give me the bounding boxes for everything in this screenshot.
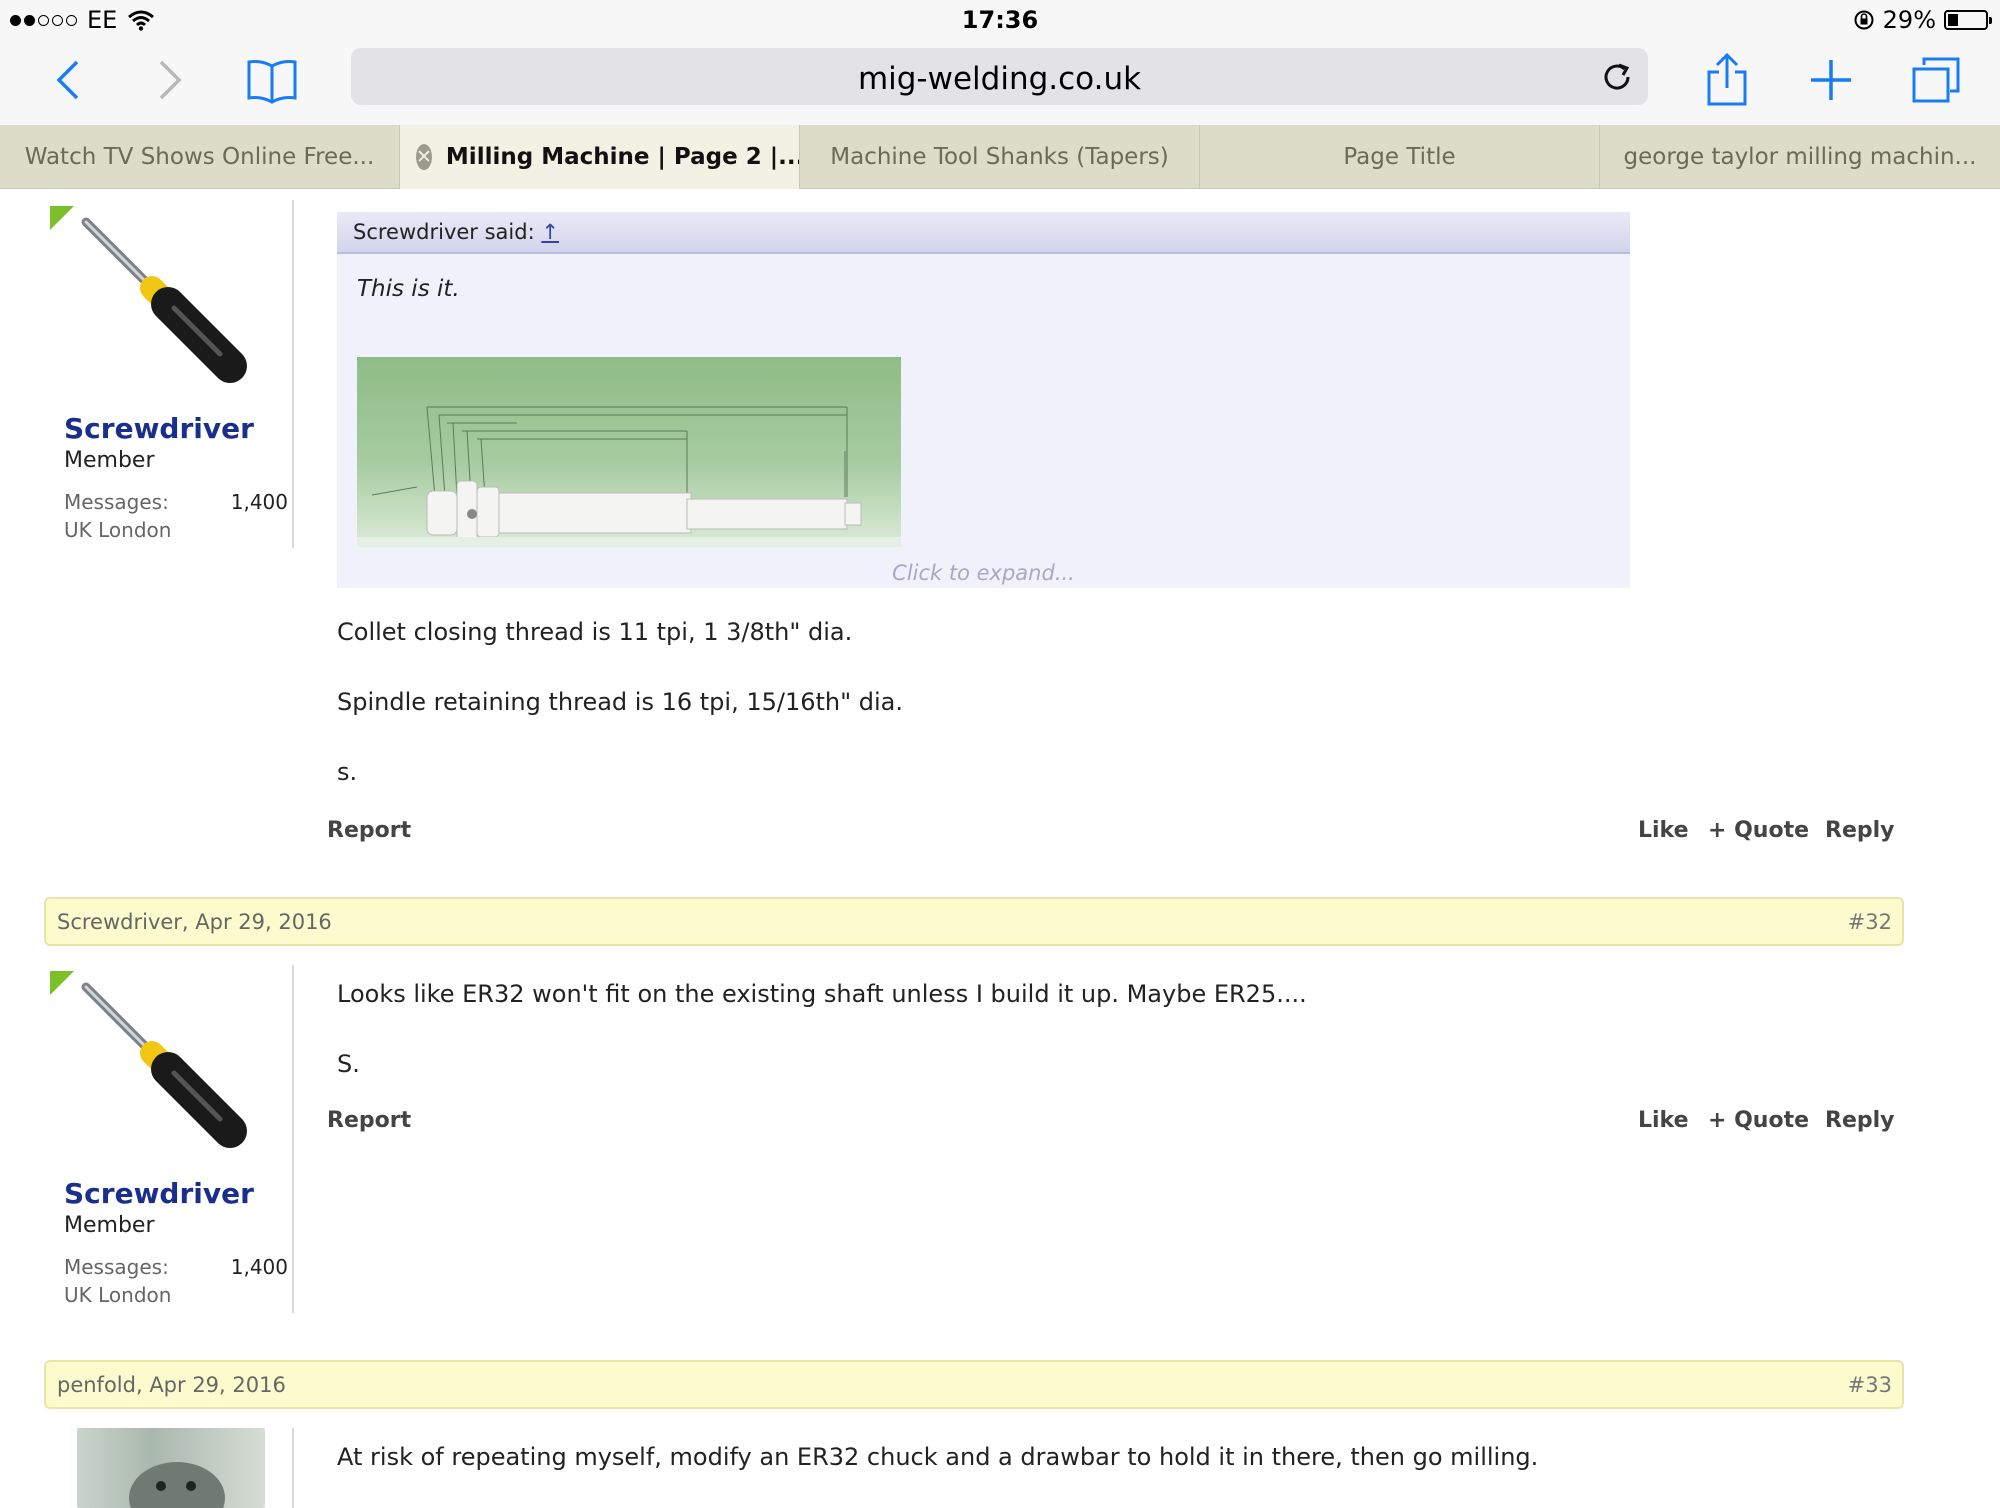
post-permalink[interactable]: #33: [1848, 1373, 1892, 1397]
user-location: UK London: [64, 1283, 172, 1307]
quote-jump-link[interactable]: ↑: [541, 220, 559, 244]
messages-count: 1,400: [230, 490, 288, 514]
user-messages: Messages: 1,400: [64, 490, 288, 514]
tab-strip: Watch TV Shows Online Free... ✕ Milling …: [0, 125, 2000, 189]
tabs-overview-button[interactable]: [1906, 50, 1966, 110]
quote-link[interactable]: + Quote: [1708, 818, 1809, 843]
share-button[interactable]: [1697, 50, 1757, 110]
new-post-marker: [50, 206, 74, 230]
tab-label: Page Title: [1343, 144, 1456, 170]
messages-label: Messages:: [64, 1255, 169, 1279]
battery-icon: [1944, 10, 1992, 30]
tab-milling-machine[interactable]: ✕ Milling Machine | Page 2 |...: [400, 125, 800, 189]
quote-text: This is it.: [357, 276, 460, 302]
plus-icon: [1811, 60, 1851, 100]
browser-toolbar: mig-welding.co.uk: [0, 40, 2000, 125]
post-text-line: Collet closing thread is 11 tpi, 1 3/8th…: [337, 618, 853, 646]
share-icon: [1707, 52, 1747, 106]
screwdriver-icon: [81, 217, 247, 383]
quote-link[interactable]: + Quote: [1708, 1108, 1809, 1133]
quote-block: Screwdriver said: ↑ This is it. Click to…: [337, 212, 1630, 588]
reload-icon[interactable]: [1600, 60, 1634, 94]
bookmarks-button[interactable]: [242, 50, 302, 110]
quote-header: Screwdriver said: ↑: [337, 212, 1630, 254]
username-link[interactable]: Screwdriver: [64, 1177, 254, 1210]
url-text: mig-welding.co.uk: [857, 61, 1142, 97]
messages-label: Messages:: [64, 490, 169, 514]
new-post-marker: [50, 971, 74, 995]
report-link[interactable]: Report: [327, 818, 411, 843]
avatar[interactable]: [44, 965, 254, 1165]
tabs-icon: [1912, 57, 1960, 103]
user-info-block: Screwdriver Member Messages: 1,400 UK Lo…: [44, 200, 294, 548]
chevron-left-icon: [56, 60, 79, 100]
tab-label: Watch TV Shows Online Free...: [24, 144, 375, 170]
tab-label: Machine Tool Shanks (Tapers): [830, 144, 1169, 170]
user-location: UK London: [64, 518, 172, 542]
report-link[interactable]: Report: [327, 1108, 411, 1133]
post-header-33: penfold, Apr 29, 2016 #33: [44, 1360, 1904, 1409]
tab-watch-tv[interactable]: Watch TV Shows Online Free...: [0, 125, 400, 189]
tab-machine-tool-shanks[interactable]: Machine Tool Shanks (Tapers): [800, 125, 1200, 189]
battery-percent: 29%: [1882, 6, 1936, 34]
back-button[interactable]: [38, 50, 98, 110]
chevron-right-icon: [159, 60, 182, 100]
address-bar[interactable]: mig-welding.co.uk: [351, 48, 1648, 105]
post-text-line: s.: [337, 758, 358, 786]
reply-link[interactable]: Reply: [1825, 818, 1895, 843]
status-bar: EE 17:36 29%: [0, 0, 2000, 40]
username-link[interactable]: Screwdriver: [64, 412, 254, 445]
tab-george-taylor[interactable]: george taylor milling machin...: [1600, 125, 2000, 189]
avatar[interactable]: [77, 1428, 265, 1508]
post-permalink[interactable]: #32: [1848, 910, 1892, 934]
close-tab-icon[interactable]: ✕: [416, 144, 432, 170]
book-icon: [247, 60, 297, 104]
quote-author: Screwdriver said:: [353, 220, 535, 244]
messages-count: 1,400: [230, 1255, 288, 1279]
like-link[interactable]: Like: [1638, 1108, 1689, 1133]
user-messages: Messages: 1,400: [64, 1255, 288, 1279]
forward-button[interactable]: [140, 50, 200, 110]
click-to-expand-link[interactable]: Click to expand...: [337, 561, 1630, 585]
tab-label: george taylor milling machin...: [1623, 144, 1977, 170]
new-tab-button[interactable]: [1801, 50, 1861, 110]
seal-photo-icon: [129, 1462, 225, 1508]
forum-page: Screwdriver Member Messages: 1,400 UK Lo…: [0, 190, 2000, 1508]
shaft-drawing-image: [357, 406, 901, 547]
tab-page-title[interactable]: Page Title: [1200, 125, 1600, 189]
user-title: Member: [64, 448, 155, 473]
tab-label: Milling Machine | Page 2 |...: [445, 144, 800, 170]
user-info-block: Screwdriver Member Messages: 1,400 UK Lo…: [44, 965, 294, 1313]
post-author-date[interactable]: Screwdriver, Apr 29, 2016: [57, 910, 332, 934]
user-info-block: [44, 1428, 294, 1508]
post-author-date[interactable]: penfold, Apr 29, 2016: [57, 1373, 286, 1397]
post-text-line: Spindle retaining thread is 16 tpi, 15/1…: [337, 688, 904, 716]
screwdriver-icon: [81, 982, 247, 1148]
post-header-32: Screwdriver, Apr 29, 2016 #32: [44, 897, 1904, 946]
like-link[interactable]: Like: [1638, 818, 1689, 843]
post-text-line: S.: [337, 1050, 360, 1078]
clock: 17:36: [961, 6, 1039, 34]
rotation-lock-icon: [1854, 10, 1874, 30]
post-text-line: Looks like ER32 won't fit on the existin…: [337, 980, 1307, 1008]
post-text-line: At risk of repeating myself, modify an E…: [337, 1443, 1539, 1471]
user-title: Member: [64, 1213, 155, 1238]
quote-image[interactable]: [357, 357, 901, 547]
avatar[interactable]: [44, 200, 254, 400]
reply-link[interactable]: Reply: [1825, 1108, 1895, 1133]
